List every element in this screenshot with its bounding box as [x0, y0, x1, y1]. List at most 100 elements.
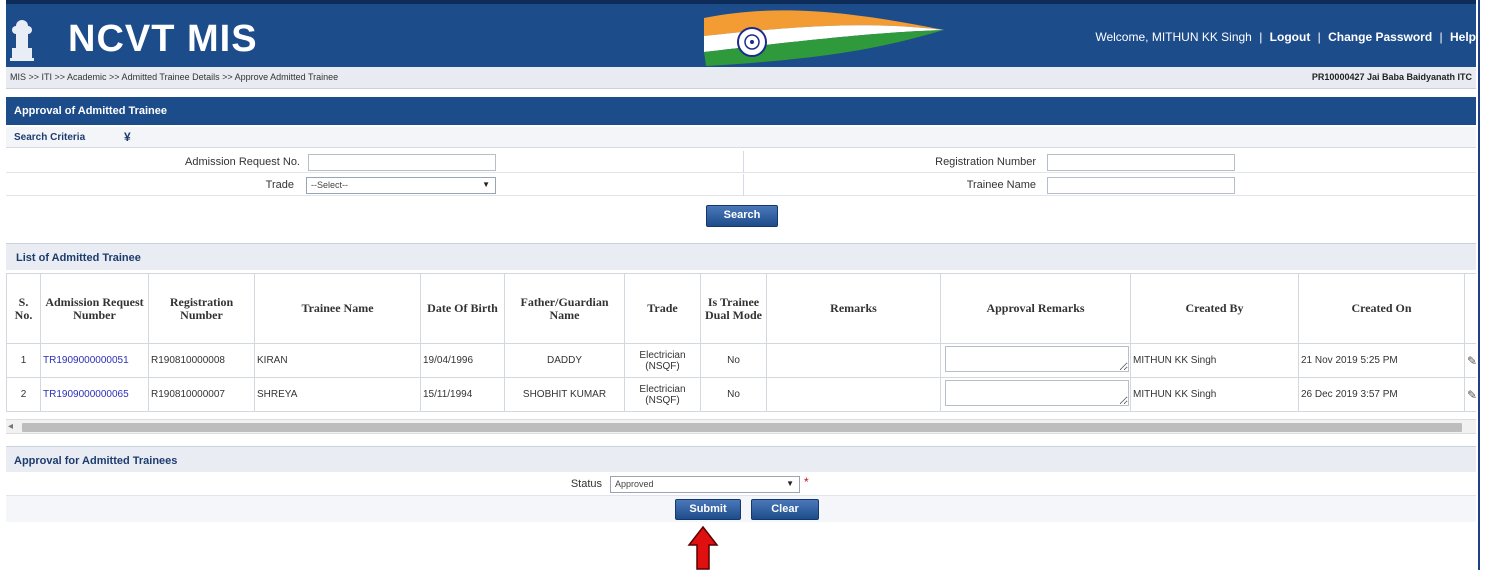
col-dual-mode[interactable]: Is Trainee Dual Mode — [700, 273, 767, 344]
search-form-row: Admission Request No. Registration Numbe… — [6, 151, 1476, 173]
admission-request-input[interactable] — [308, 154, 496, 171]
trade-line: Electrician — [639, 349, 686, 361]
cell-dob: 15/11/1994 — [420, 377, 505, 412]
approval-title: Approval for Admitted Trainees — [14, 455, 178, 467]
breadcrumb[interactable]: MIS >> ITI >> Academic >> Admitted Train… — [10, 72, 338, 82]
national-emblem-icon — [10, 20, 34, 61]
edit-pencil-icon[interactable]: ✎ — [1464, 377, 1476, 412]
col-edit — [1464, 273, 1476, 344]
col-registration-number[interactable]: Registration Number — [148, 273, 255, 344]
edit-pencil-icon[interactable]: ✎ — [1464, 343, 1476, 378]
cell-approval-remarks — [940, 343, 1131, 378]
separator: | — [1259, 30, 1263, 44]
cell-sno: 2 — [6, 377, 41, 412]
col-remarks[interactable]: Remarks — [766, 273, 941, 344]
trade-line: (NSQF) — [645, 360, 680, 372]
scroll-left-arrow-icon[interactable]: ◂ — [8, 421, 13, 432]
help-link[interactable]: Help — [1450, 30, 1476, 44]
trade-selected-value: --Select-- — [311, 180, 349, 190]
institute-label: PR10000427 Jai Baba Baidyanath ITC — [1311, 72, 1472, 82]
clear-button[interactable]: Clear — [751, 499, 819, 520]
change-password-link[interactable]: Change Password — [1328, 30, 1432, 44]
approval-remarks-textarea[interactable] — [945, 346, 1129, 372]
app-title: NCVT MIS — [68, 18, 258, 60]
col-created-by[interactable]: Created By — [1130, 273, 1299, 344]
trade-label: Trade — [265, 179, 294, 191]
divider — [743, 174, 744, 196]
table-row: 2 TR1909000000065 R190810000007 SHREYA 1… — [6, 377, 1476, 412]
annotation-arrow-icon — [687, 525, 719, 570]
submit-button[interactable]: Submit — [675, 499, 741, 520]
required-marker: * — [804, 475, 809, 489]
scrollbar-thumb[interactable] — [22, 423, 1462, 432]
cell-sno: 1 — [6, 343, 41, 378]
col-created-on[interactable]: Created On — [1298, 273, 1465, 344]
cell-created-on: 21 Nov 2019 5:25 PM — [1298, 343, 1465, 378]
cell-created-by: MITHUN KK Singh — [1130, 377, 1299, 412]
table-header-row: S. No. Admission Request Number Registra… — [6, 273, 1476, 344]
status-label: Status — [570, 478, 602, 490]
cell-created-by: MITHUN KK Singh — [1130, 343, 1299, 378]
app-window: NCVT MIS Welcome, MITHUN KK Singh | Logo… — [6, 0, 1476, 570]
status-select[interactable]: Approved ▼ — [610, 476, 800, 493]
dropdown-caret-icon: ▼ — [786, 479, 794, 488]
list-title: List of Admitted Trainee — [16, 252, 141, 264]
col-trade[interactable]: Trade — [624, 273, 701, 344]
cell-trainee-name: KIRAN — [254, 343, 421, 378]
col-admission-request-number[interactable]: Admission Request Number — [40, 273, 149, 344]
welcome-text: Welcome, MITHUN KK Singh — [1095, 30, 1252, 44]
table-row: 1 TR1909000000051 R190810000008 KIRAN 19… — [6, 343, 1476, 378]
cell-remarks — [766, 377, 941, 412]
user-links: Welcome, MITHUN KK Singh | Logout | Chan… — [1095, 30, 1476, 44]
cell-dual-mode: No — [700, 343, 767, 378]
page-title: Approval of Admitted Trainee — [14, 105, 168, 117]
trainee-name-input[interactable] — [1047, 177, 1235, 194]
registration-number-label: Registration Number — [935, 156, 1036, 168]
search-criteria-bar[interactable]: Search Criteria ¥ — [6, 127, 1476, 148]
top-header: NCVT MIS Welcome, MITHUN KK Singh | Logo… — [6, 0, 1476, 67]
approval-section-header: Approval for Admitted Trainees — [6, 446, 1476, 472]
collapse-toggle-icon[interactable]: ¥ — [124, 130, 131, 144]
search-criteria-label: Search Criteria — [14, 132, 86, 143]
status-selected-value: Approved — [615, 479, 654, 489]
cell-dual-mode: No — [700, 377, 767, 412]
window-edge-line — [1478, 0, 1480, 570]
cell-guardian: SHOBHIT KUMAR — [504, 377, 625, 412]
approval-remarks-textarea[interactable] — [945, 380, 1129, 406]
search-button[interactable]: Search — [706, 205, 778, 227]
trade-select[interactable]: --Select-- ▼ — [306, 177, 496, 194]
col-trainee-name[interactable]: Trainee Name — [254, 273, 421, 344]
cell-dob: 19/04/1996 — [420, 343, 505, 378]
list-section-header: List of Admitted Trainee — [6, 243, 1476, 270]
cell-registration-number: R190810000008 — [148, 343, 255, 378]
admission-request-link[interactable]: TR1909000000051 — [40, 343, 149, 378]
trainee-name-label: Trainee Name — [966, 179, 1036, 191]
cell-approval-remarks — [940, 377, 1131, 412]
col-dob[interactable]: Date Of Birth — [420, 273, 505, 344]
registration-number-input[interactable] — [1047, 154, 1235, 171]
search-form-row: Trade --Select-- ▼ Trainee Name — [6, 174, 1476, 196]
search-button-row: Search — [6, 197, 1476, 230]
tricolour-flag-banner — [704, 10, 944, 66]
col-approval-remarks[interactable]: Approval Remarks — [940, 273, 1131, 344]
admitted-trainee-table: S. No. Admission Request Number Registra… — [6, 273, 1476, 412]
logout-link[interactable]: Logout — [1270, 30, 1311, 44]
cell-trainee-name: SHREYA — [254, 377, 421, 412]
cell-guardian: DADDY — [504, 343, 625, 378]
admission-request-label: Admission Request No. — [185, 156, 300, 168]
separator: | — [1317, 30, 1321, 44]
action-button-row: Submit Clear — [6, 496, 1476, 522]
cell-trade: Electrician (NSQF) — [624, 343, 701, 378]
cell-registration-number: R190810000007 — [148, 377, 255, 412]
cell-created-on: 26 Dec 2019 3:57 PM — [1298, 377, 1465, 412]
status-row: Status Approved ▼ * — [6, 473, 1476, 496]
admission-request-link[interactable]: TR1909000000065 — [40, 377, 149, 412]
trade-line: Electrician — [639, 383, 686, 395]
separator: | — [1439, 30, 1443, 44]
col-sno[interactable]: S. No. — [6, 273, 41, 344]
col-guardian[interactable]: Father/Guardian Name — [504, 273, 625, 344]
trade-line: (NSQF) — [645, 394, 680, 406]
horizontal-scrollbar[interactable]: ◂ — [6, 419, 1476, 434]
divider — [743, 151, 744, 173]
page-title-bar: Approval of Admitted Trainee — [6, 97, 1476, 125]
